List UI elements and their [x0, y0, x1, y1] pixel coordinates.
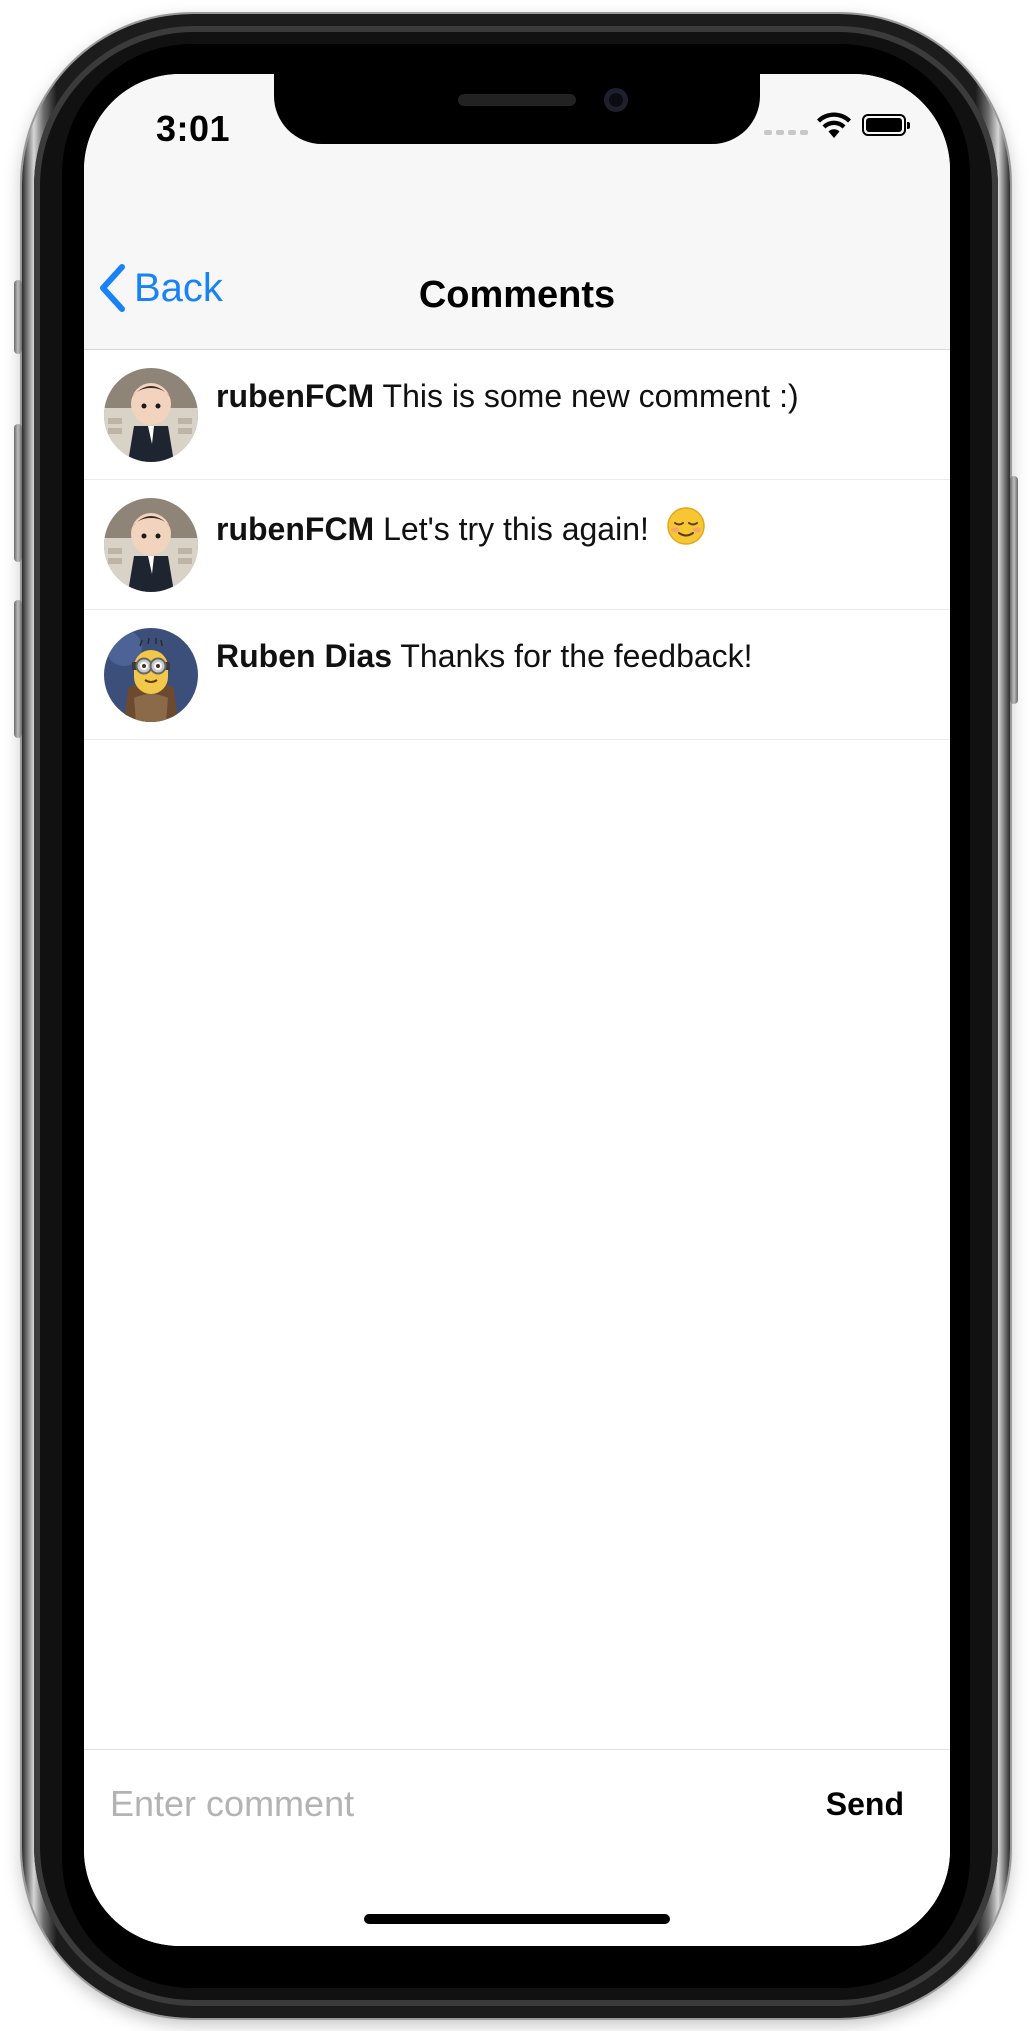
minion-avatar-icon	[104, 628, 198, 722]
battery-icon	[862, 114, 910, 136]
volume-up-button	[14, 424, 22, 562]
earpiece-speaker	[458, 94, 576, 106]
avatar[interactable]	[104, 368, 198, 462]
navigation-bar: Back Comments	[84, 194, 950, 350]
comment-username[interactable]: rubenFCM	[216, 378, 374, 414]
front-camera	[604, 88, 628, 112]
cellular-signal-icon	[764, 130, 808, 135]
comment-body: Let's try this again!	[383, 511, 649, 547]
status-bar: 3:01	[84, 74, 950, 194]
silent-switch	[14, 280, 22, 354]
send-button[interactable]: Send	[826, 1786, 904, 1823]
comment-row[interactable]: rubenFCM Let's try this again!	[84, 480, 950, 610]
volume-down-button	[14, 600, 22, 738]
comment-text: rubenFCM Let's try this again!	[216, 506, 930, 549]
comment-username[interactable]: Ruben Dias	[216, 638, 392, 674]
figurine-avatar-icon	[104, 368, 198, 462]
status-time: 3:01	[156, 108, 231, 149]
phone-screen: 3:01 Back Comments rubenFCM This is some…	[84, 74, 950, 1946]
comment-input-bar: Send	[84, 1749, 950, 1946]
comment-input[interactable]	[110, 1770, 750, 1838]
figurine-avatar-icon	[104, 498, 198, 592]
comments-list: rubenFCM This is some new comment :) rub…	[84, 350, 950, 740]
power-button	[1010, 476, 1018, 704]
comment-row[interactable]: Ruben Dias Thanks for the feedback!	[84, 610, 950, 740]
comment-row[interactable]: rubenFCM This is some new comment :)	[84, 350, 950, 480]
comment-text: rubenFCM This is some new comment :)	[216, 376, 930, 416]
notch	[274, 74, 760, 144]
back-button[interactable]: Back	[98, 194, 223, 350]
wifi-icon	[817, 112, 851, 138]
comment-username[interactable]: rubenFCM	[216, 511, 374, 547]
comment-text: Ruben Dias Thanks for the feedback!	[216, 636, 930, 676]
comment-body: This is some new comment :)	[382, 378, 799, 414]
page-title: Comments	[418, 274, 616, 316]
relieved-smile-emoji-icon	[667, 507, 705, 545]
avatar[interactable]	[104, 498, 198, 592]
avatar[interactable]	[104, 628, 198, 722]
home-indicator[interactable]	[364, 1914, 670, 1924]
comment-body: Thanks for the feedback!	[400, 638, 753, 674]
